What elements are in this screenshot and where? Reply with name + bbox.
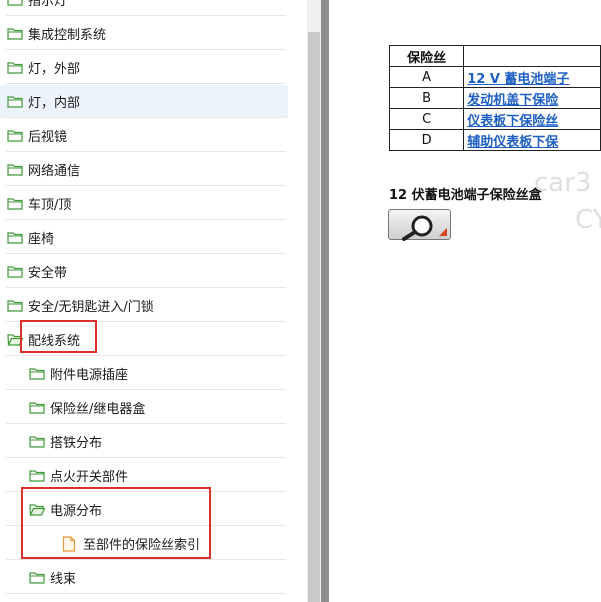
folder-icon: [7, 27, 24, 41]
tree-folder-item[interactable]: 指示灯: [0, 0, 288, 16]
document-icon: [62, 535, 79, 552]
fuse-location-link[interactable]: 发动机盖下保险: [467, 93, 558, 108]
folder-icon: [29, 571, 46, 585]
tree-item-label: 至部件的保险丝索引: [83, 538, 201, 553]
tree-item-label: 线束: [50, 572, 77, 587]
tree-document-item[interactable]: 至部件的保险丝索引: [0, 527, 288, 560]
fuse-location-cell: 辅助仪表板下保: [463, 129, 601, 151]
tree-folder-item[interactable]: 线束: [0, 561, 288, 594]
folder-icon: [7, 299, 24, 313]
tree-item-label: 集成控制系统: [28, 28, 107, 43]
tree-folder-item[interactable]: 灯，外部: [0, 51, 288, 84]
folder-icon: [29, 435, 46, 449]
watermark-line1: car3: [534, 168, 592, 198]
folder-icon: [7, 163, 24, 177]
fuse-location-link[interactable]: 辅助仪表板下保: [467, 135, 558, 150]
tree-folder-item[interactable]: 安全/无钥匙进入/门锁: [0, 289, 288, 322]
tree-item-label: 车顶/顶: [28, 198, 72, 213]
content-pane: 保险丝 A 12 V 蓄电池端子 B 发动机盖下保险 C 仪表板下保险丝 D 辅助仪表板下保 …: [329, 0, 601, 602]
magnifier-icon: [402, 215, 433, 241]
fuse-table: 保险丝 A 12 V 蓄电池端子 B 发动机盖下保险 C 仪表板下保险丝 D 辅助仪表板下保: [388, 45, 601, 151]
tree-item-label: 保险丝/继电器盒: [50, 402, 146, 417]
folder-open-icon: [7, 333, 24, 347]
tree-item-label: 电源分布: [50, 504, 103, 519]
fuse-table-header-row: 保险丝: [388, 45, 601, 67]
fuse-table-row: C 仪表板下保险丝: [388, 108, 601, 130]
tree-folder-item[interactable]: 配线系统: [0, 323, 288, 356]
tree-folder-item[interactable]: 安全带: [0, 255, 288, 288]
fuse-table-row: D 辅助仪表板下保: [388, 129, 601, 151]
fuse-table-row: A 12 V 蓄电池端子: [388, 66, 601, 88]
tree-folder-item[interactable]: 附件电源插座: [0, 357, 288, 390]
fuse-id-cell: C: [388, 108, 465, 130]
tree-folder-item[interactable]: 集成控制系统: [0, 17, 288, 50]
tree-item-label: 安全带: [28, 266, 68, 281]
tree-folder-item[interactable]: 后视镜: [0, 119, 288, 152]
tree-item-label: 点火开关部件: [50, 470, 129, 485]
tree-folder-item[interactable]: 点火开关部件: [0, 459, 288, 492]
folder-icon: [29, 367, 46, 381]
zoom-button[interactable]: [388, 209, 451, 241]
tree-folder-item[interactable]: 搭铁分布: [0, 425, 288, 458]
tree-scrollbar-thumb[interactable]: [308, 32, 320, 602]
tree-folder-item[interactable]: 车顶/顶: [0, 187, 288, 220]
pane-splitter[interactable]: [321, 0, 329, 602]
navigation-tree: 指示灯集成控制系统 灯，外部灯，内部后视镜网络通信车顶/顶座椅安全带安全/无钥匙进…: [0, 0, 290, 602]
fuse-location-cell: 仪表板下保险丝: [463, 108, 601, 130]
tree-item-label: 安全/无钥匙进入/门锁: [28, 300, 154, 315]
corner-marker: [439, 228, 447, 236]
fuse-table-header-fuse: 保险丝: [388, 45, 465, 67]
tree-item-label: 网络通信: [28, 164, 81, 179]
fuse-table-header-location: [463, 45, 601, 67]
folder-icon: [7, 95, 24, 109]
tree-item-label: 配线系统: [28, 334, 81, 349]
tree-folder-item[interactable]: 电源分布: [0, 493, 288, 526]
folder-icon: [7, 61, 24, 75]
fuse-id-cell: A: [388, 66, 465, 88]
tree-folder-item[interactable]: 网络通信: [0, 153, 288, 186]
section-heading: 12 伏蓄电池端子保险丝盒: [389, 188, 542, 203]
watermark-line2: CY: [575, 205, 601, 235]
tree-folder-item[interactable]: 灯，内部: [0, 85, 288, 118]
folder-icon: [29, 401, 46, 415]
folder-open-icon: [29, 503, 46, 517]
folder-icon: [29, 469, 46, 483]
tree-item-label: 座椅: [28, 232, 55, 247]
folder-icon: [7, 197, 24, 211]
tree-item-label: 附件电源插座: [50, 368, 129, 383]
tree-folder-item[interactable]: 座椅: [0, 221, 288, 254]
folder-icon: [7, 129, 24, 143]
folder-icon: [7, 0, 24, 7]
fuse-location-cell: 发动机盖下保险: [463, 87, 601, 109]
tree-scrollbar[interactable]: [307, 0, 321, 602]
folder-icon: [7, 231, 24, 245]
tree-folder-item[interactable]: 保险丝/继电器盒: [0, 391, 288, 424]
tree-item-label: 搭铁分布: [50, 436, 103, 451]
fuse-location-link[interactable]: 12 V 蓄电池端子: [467, 72, 569, 87]
fuse-location-link[interactable]: 仪表板下保险丝: [467, 114, 558, 129]
tree-item-label: 后视镜: [28, 130, 68, 145]
tree-item-label: 灯，外部: [28, 62, 81, 77]
fuse-id-cell: D: [388, 129, 465, 151]
tree-item-label: 指示灯: [28, 0, 68, 9]
fuse-location-cell: 12 V 蓄电池端子: [463, 66, 601, 88]
tree-item-label: 灯，内部: [28, 96, 81, 111]
folder-icon: [7, 265, 24, 279]
fuse-table-row: B 发动机盖下保险: [388, 87, 601, 109]
fuse-id-cell: B: [388, 87, 465, 109]
